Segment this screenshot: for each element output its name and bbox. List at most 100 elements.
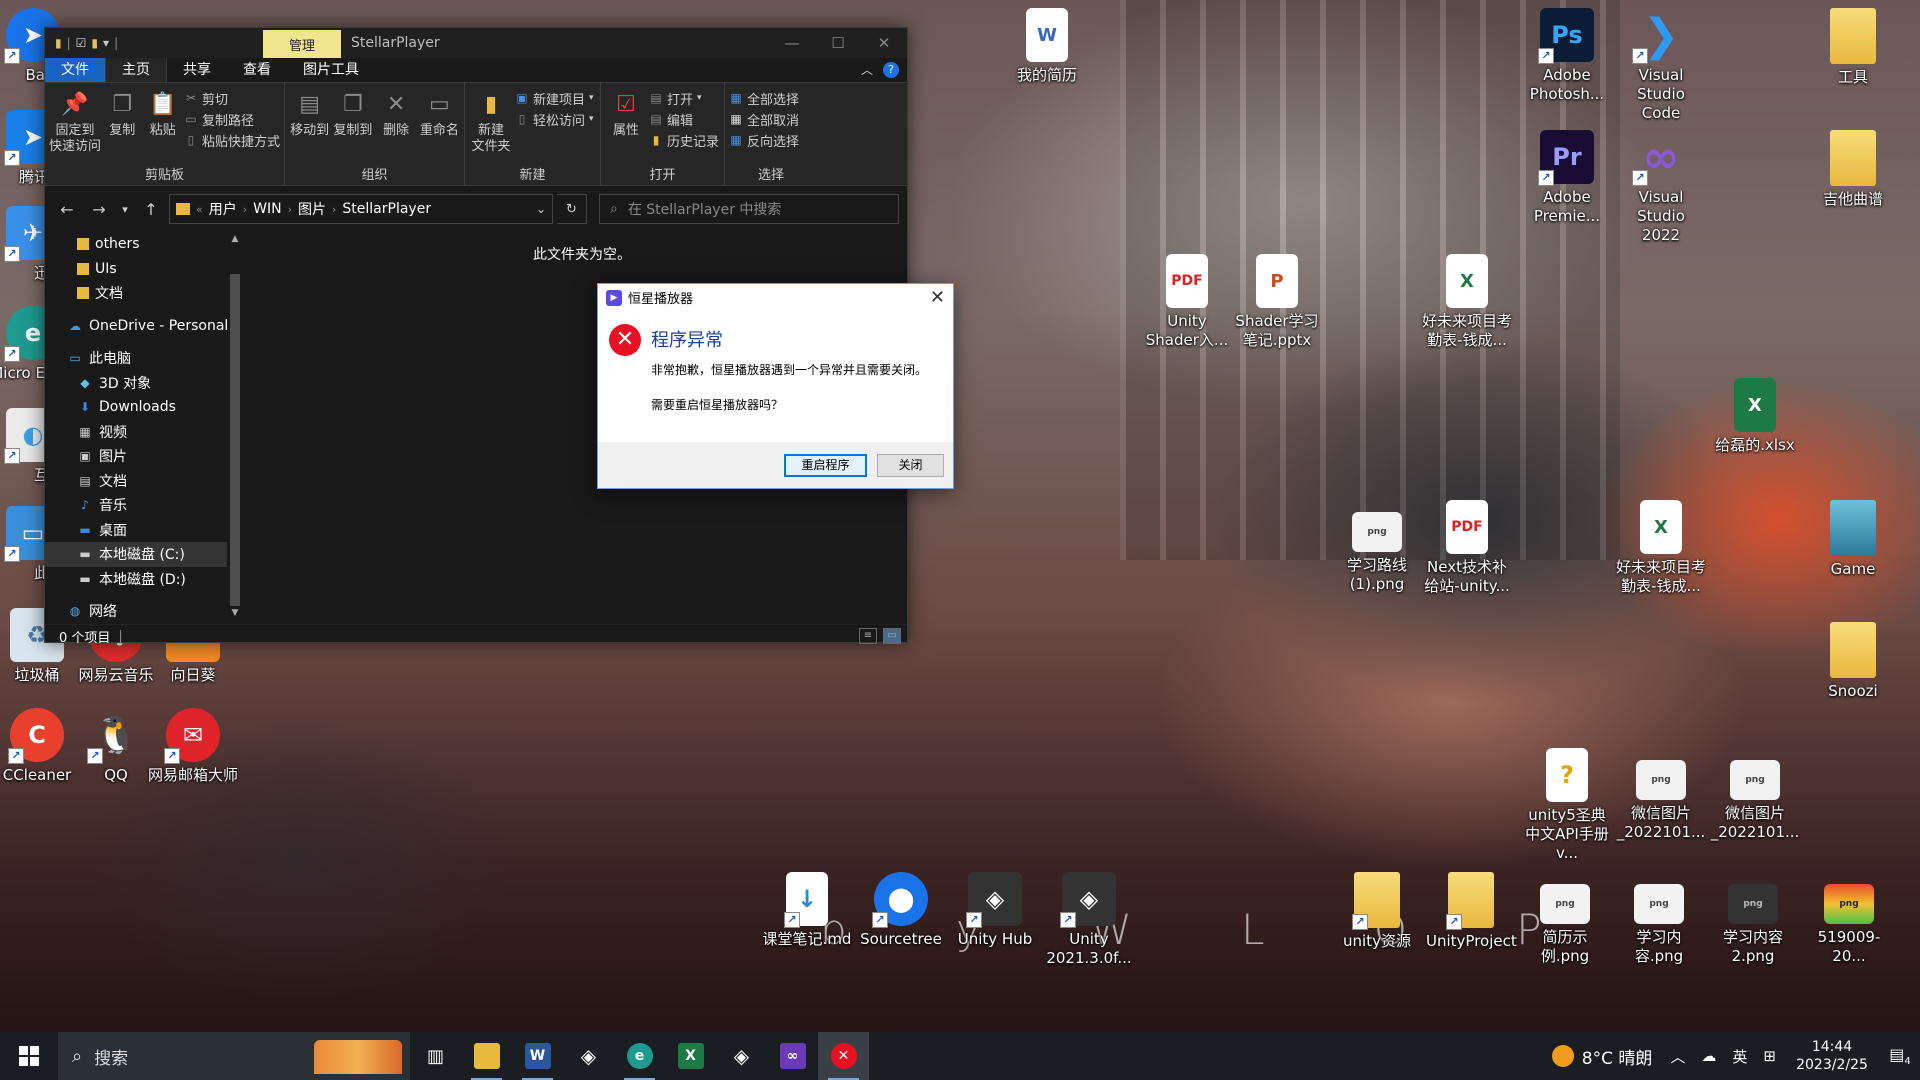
forward-button[interactable]: → bbox=[85, 195, 113, 223]
taskbar-unity-hub[interactable]: ◈ bbox=[563, 1032, 614, 1080]
nav-item-music[interactable]: ♪ 音乐 bbox=[45, 493, 243, 518]
recent-locations-button[interactable]: ▾ bbox=[117, 195, 133, 223]
nav-scrollbar[interactable]: ▲ ▼ bbox=[227, 232, 243, 624]
nav-item-documents[interactable]: ▤ 文档 bbox=[45, 469, 243, 494]
weather-widget[interactable]: 8°C 晴朗 bbox=[1542, 1044, 1663, 1069]
scroll-down-icon[interactable]: ▼ bbox=[227, 608, 243, 624]
desktop-icon-game[interactable]: Game bbox=[1808, 500, 1898, 579]
desktop-icon-tools[interactable]: 工具 bbox=[1808, 8, 1898, 87]
select-none-button[interactable]: ▦ 全部取消 bbox=[729, 110, 799, 129]
desktop-icon-gei-lei-xlsx[interactable]: X 给磊的.xlsx bbox=[1710, 378, 1800, 455]
new-folder-icon[interactable]: ▮ bbox=[91, 36, 98, 50]
paste-shortcut-button[interactable]: ▯ 粘贴快捷方式 bbox=[184, 131, 280, 150]
tab-file[interactable]: 文件 bbox=[45, 58, 105, 82]
taskbar-word[interactable]: W bbox=[512, 1032, 563, 1080]
tab-picture-tools[interactable]: 图片工具 bbox=[287, 58, 375, 82]
desktop-icon-next-pdf[interactable]: PDF Next技术补给站-unity... bbox=[1422, 500, 1512, 596]
desktop-icon-vscode[interactable]: ❯ ↗ Visual Studio Code bbox=[1616, 8, 1706, 123]
customize-qat-icon[interactable]: ▾ bbox=[103, 36, 109, 50]
desktop-icon-study-content-png[interactable]: png 学习内容.png bbox=[1614, 872, 1704, 966]
breadcrumb-stellarplayer[interactable]: StellarPlayer bbox=[342, 201, 431, 217]
up-button[interactable]: ↑ bbox=[137, 195, 165, 223]
large-icons-view-icon[interactable]: ▭ bbox=[883, 628, 901, 644]
desktop-icon-guitar[interactable]: 吉他曲谱 bbox=[1808, 130, 1898, 209]
desktop-icon-photoshop[interactable]: Ps ↗ Adobe Photosh... bbox=[1522, 8, 1612, 104]
minimize-button[interactable]: — bbox=[769, 28, 815, 58]
taskbar-search[interactable]: ⌕ 搜索 bbox=[58, 1032, 410, 1080]
scroll-up-icon[interactable]: ▲ bbox=[227, 234, 243, 250]
properties-icon[interactable]: ☑ bbox=[76, 36, 87, 50]
show-hidden-icons-chevron[interactable]: ︿ bbox=[1662, 1046, 1693, 1067]
close-dialog-button[interactable]: 关闭 bbox=[877, 454, 944, 477]
desktop-icon-unity-2021[interactable]: ◈ ↗ Unity 2021.3.0f... bbox=[1044, 872, 1134, 968]
desktop-icon-unity-shader-pdf[interactable]: PDF Unity Shader入... bbox=[1142, 254, 1232, 350]
copy-path-button[interactable]: ▭ 复制路径 bbox=[184, 110, 280, 129]
tab-manage[interactable]: 管理 bbox=[263, 30, 341, 58]
nav-item-this-pc[interactable]: ▭ 此电脑 bbox=[45, 346, 243, 371]
easy-access-button[interactable]: ▯ 轻松访问 ▾ bbox=[515, 110, 594, 129]
collapse-ribbon-icon[interactable]: ︿ bbox=[861, 61, 873, 78]
breadcrumb-win[interactable]: WIN bbox=[253, 201, 281, 217]
nav-item-onedrive[interactable]: ☁ OneDrive - Personal bbox=[45, 314, 243, 339]
nav-item-documents-folder[interactable]: 文档 bbox=[45, 281, 243, 306]
desktop-icon-wechat-img-1[interactable]: png 微信图片_2022101... bbox=[1616, 748, 1706, 842]
breadcrumb-pictures[interactable]: 图片 bbox=[298, 199, 326, 219]
details-view-icon[interactable]: ≡ bbox=[859, 628, 877, 644]
cut-button[interactable]: ✂ 剪切 bbox=[184, 89, 280, 108]
desktop-icon-519009-png[interactable]: png 519009-20... bbox=[1804, 872, 1894, 966]
history-button[interactable]: ▮ 历史记录 bbox=[649, 131, 719, 150]
select-all-button[interactable]: ▦ 全部选择 bbox=[729, 89, 799, 108]
breadcrumb-users[interactable]: 用户 bbox=[209, 199, 237, 219]
clock[interactable]: 14:44 2023/2/25 bbox=[1784, 1038, 1880, 1074]
taskbar-stellar-player-error[interactable]: ✕ bbox=[818, 1032, 869, 1080]
desktop-icon-study-content-2-png[interactable]: png 学习内容2.png bbox=[1708, 872, 1798, 966]
desktop-icon-attendance-xlsx-2[interactable]: X 好未来项目考勤表-钱成... bbox=[1616, 500, 1706, 596]
nav-item-others[interactable]: others bbox=[45, 232, 243, 257]
nav-item-3d-objects[interactable]: ◆ 3D 对象 bbox=[45, 371, 243, 396]
new-item-button[interactable]: ▣ 新建项目 ▾ bbox=[515, 89, 593, 108]
desktop-icon-ccleaner[interactable]: C ↗ CCleaner bbox=[0, 708, 82, 785]
dialog-close-icon[interactable]: ✕ bbox=[930, 287, 945, 308]
back-button[interactable]: ← bbox=[53, 195, 81, 223]
desktop-icon-learning-path-png[interactable]: png 学习路线(1).png bbox=[1332, 500, 1422, 594]
scrollbar-thumb[interactable] bbox=[230, 274, 240, 606]
nav-item-videos[interactable]: ▦ 视频 bbox=[45, 420, 243, 445]
address-bar[interactable]: « 用户 › WIN › 图片 › StellarPlayer ⌄ bbox=[169, 194, 553, 224]
desktop-icon-resume-example-png[interactable]: png 简历示例.png bbox=[1520, 872, 1610, 966]
open-button[interactable]: ▤ 打开 ▾ bbox=[649, 89, 719, 108]
close-button[interactable]: ✕ bbox=[861, 28, 907, 58]
desktop-icon-shader-pptx[interactable]: P Shader学习笔记.pptx bbox=[1232, 254, 1322, 350]
nav-item-uis[interactable]: UIs bbox=[45, 257, 243, 282]
desktop-icon-resume[interactable]: W 我的简历 bbox=[1002, 8, 1092, 85]
chevron-down-icon[interactable]: ⌄ bbox=[536, 202, 546, 216]
nav-item-desktop[interactable]: ▬ 桌面 bbox=[45, 518, 243, 543]
nav-item-pictures[interactable]: ▣ 图片 bbox=[45, 444, 243, 469]
input-method-indicator[interactable]: 英 bbox=[1724, 1046, 1755, 1067]
refresh-button[interactable]: ↻ bbox=[557, 194, 587, 224]
search-box[interactable]: ⌕ 在 StellarPlayer 中搜索 bbox=[599, 194, 899, 224]
tab-home[interactable]: 主页 bbox=[105, 58, 167, 82]
edit-button[interactable]: ▤ 编辑 bbox=[649, 110, 719, 129]
desktop-icon-unity-resources[interactable]: ↗ unity资源 bbox=[1332, 872, 1422, 951]
task-view-button[interactable]: ▥ bbox=[410, 1032, 461, 1080]
desktop-icon-class-notes[interactable]: ↓ ↗ 课堂笔记.md bbox=[762, 872, 852, 949]
nav-item-downloads[interactable]: ⬇ Downloads bbox=[45, 395, 243, 420]
taskbar-excel[interactable]: X bbox=[665, 1032, 716, 1080]
desktop-icon-attendance-xlsx-1[interactable]: X 好未来项目考勤表-钱成... bbox=[1422, 254, 1512, 350]
maximize-button[interactable]: ☐ bbox=[815, 28, 861, 58]
taskbar-visual-studio[interactable]: ∞ bbox=[767, 1032, 818, 1080]
nav-item-local-disk-c[interactable]: ▬ 本地磁盘 (C:) bbox=[45, 542, 243, 567]
nav-item-network[interactable]: ◍ 网络 bbox=[45, 599, 243, 624]
desktop-icon-sourcetree[interactable]: ⬤ ↗ Sourcetree bbox=[856, 872, 946, 949]
onedrive-cloud-icon[interactable]: ☁ bbox=[1693, 1047, 1724, 1065]
desktop-icon-premiere[interactable]: Pr ↗ Adobe Premie... bbox=[1522, 130, 1612, 226]
desktop-icon-snoozi[interactable]: Snoozi bbox=[1808, 622, 1898, 701]
desktop-icon-unity-hub[interactable]: ◈ ↗ Unity Hub bbox=[950, 872, 1040, 949]
help-icon[interactable]: ? bbox=[883, 61, 899, 78]
tab-share[interactable]: 共享 bbox=[167, 58, 227, 82]
nav-item-local-disk-d[interactable]: ▬ 本地磁盘 (D:) bbox=[45, 567, 243, 592]
desktop-icon-visual-studio[interactable]: ∞ ↗ Visual Studio 2022 bbox=[1616, 130, 1706, 245]
taskbar-edge[interactable]: e bbox=[614, 1032, 665, 1080]
tab-view[interactable]: 查看 bbox=[227, 58, 287, 82]
start-button[interactable] bbox=[0, 1032, 58, 1080]
